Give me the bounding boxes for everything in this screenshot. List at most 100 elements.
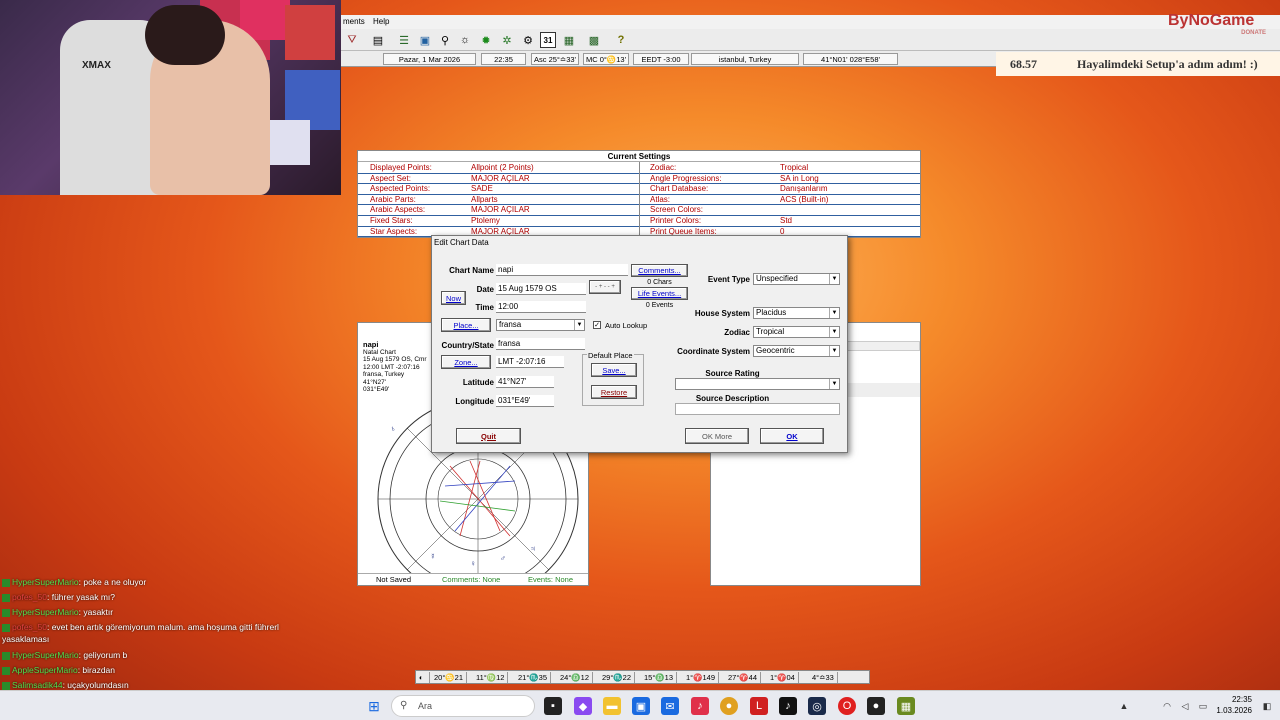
setting-key: Displayed Points: bbox=[370, 163, 432, 172]
ok-button[interactable]: OK bbox=[760, 428, 824, 444]
zodiac-select[interactable]: Tropical ▼ bbox=[753, 326, 840, 338]
event-type-select[interactable]: Unspecified ▼ bbox=[753, 273, 840, 285]
source-rating-label: Source Rating bbox=[705, 369, 760, 378]
latitude-input[interactable]: 41°N27' bbox=[496, 376, 554, 388]
help-icon[interactable]: ? bbox=[613, 32, 629, 48]
menu-item-comments[interactable]: ments bbox=[343, 17, 365, 26]
battery-icon[interactable]: ▭ bbox=[1194, 697, 1212, 715]
app-icon[interactable]: ▦ bbox=[897, 697, 915, 715]
copilot-icon[interactable]: ◆ bbox=[574, 697, 592, 715]
chat-message: pofes_50: evet ben artık göremiyorum mal… bbox=[2, 622, 279, 632]
tiktok-app-icon[interactable]: ♪ bbox=[779, 697, 797, 715]
windows-start-icon[interactable]: ⊞ bbox=[365, 697, 383, 715]
setting-row: Zodiac: Tropical bbox=[640, 163, 920, 174]
place-select[interactable]: fransa ▼ bbox=[496, 319, 585, 331]
country-input[interactable]: fransa bbox=[496, 338, 585, 350]
life-events-button[interactable]: Life Events... bbox=[631, 287, 688, 300]
grid-icon[interactable]: ▩ bbox=[586, 32, 602, 48]
tiktok-icon[interactable]: ♪ bbox=[691, 697, 709, 715]
menu-item-help[interactable]: Help bbox=[373, 17, 389, 26]
source-description-input[interactable] bbox=[675, 403, 840, 415]
store-icon[interactable]: ▣ bbox=[632, 697, 650, 715]
calendar-icon[interactable]: 31 bbox=[540, 32, 556, 48]
zone-input[interactable]: LMT -2:07:16 bbox=[496, 356, 564, 368]
chevron-down-icon: ▼ bbox=[829, 308, 839, 318]
setting-key: Printer Colors: bbox=[650, 216, 702, 225]
chat-text: : führer yasak mı? bbox=[46, 592, 116, 602]
comments-button[interactable]: Comments... bbox=[631, 264, 688, 277]
setting-row: Arabic Parts: Allparts bbox=[358, 195, 639, 206]
setting-row: Displayed Points: Allpoint (2 Points) bbox=[358, 163, 639, 174]
setting-row: Atlas: ACS (Built-in) bbox=[640, 195, 920, 206]
notification-icon[interactable]: ◧ bbox=[1258, 697, 1276, 715]
auto-lookup-checkbox[interactable]: ✓ bbox=[593, 321, 601, 329]
setting-key: Chart Database: bbox=[650, 184, 709, 194]
setting-value: MAJOR AÇILAR bbox=[471, 205, 530, 215]
planet-position: 1°♈149 bbox=[683, 672, 720, 683]
status-coords: 41°N01' 028°E58' bbox=[803, 53, 898, 65]
image-icon[interactable]: ▣ bbox=[417, 32, 433, 48]
planet-status-bar: ◐ 20°♋21 11°♍12 21°♏35 24°♎12 29°♏22 15°♎13 1°… bbox=[415, 670, 870, 684]
place-value: fransa bbox=[499, 320, 522, 329]
volume-icon[interactable]: ◁ bbox=[1176, 697, 1194, 715]
taskbar-search[interactable]: ⚲ Ara bbox=[391, 695, 535, 717]
chart-wheel-icon[interactable]: ⛛ bbox=[344, 32, 360, 48]
date-input[interactable]: 15 Aug 1579 OS bbox=[496, 283, 586, 295]
document-icon[interactable]: ▤ bbox=[370, 32, 386, 48]
house-system-select[interactable]: Placidus ▼ bbox=[753, 307, 840, 319]
source-description-label: Source Description bbox=[695, 394, 770, 403]
l-app-icon[interactable]: L bbox=[750, 697, 768, 715]
place-button[interactable]: Place... bbox=[441, 318, 491, 332]
chart-name-input[interactable]: napi bbox=[496, 264, 628, 276]
outlook-icon[interactable]: ✉ bbox=[661, 697, 679, 715]
green-star-icon[interactable]: ✹ bbox=[478, 32, 494, 48]
brand-logo: ByNoGame DONATE bbox=[1168, 12, 1280, 42]
time-label: Time bbox=[475, 303, 494, 312]
quit-button[interactable]: Quit bbox=[456, 428, 521, 444]
task-view-icon[interactable]: ▪ bbox=[544, 697, 562, 715]
setting-value: Ptolemy bbox=[471, 216, 500, 225]
chevron-down-icon: ▼ bbox=[829, 327, 839, 337]
setting-value: Allpoint (2 Points) bbox=[471, 163, 534, 172]
sun-icon[interactable]: ☼ bbox=[457, 32, 473, 48]
badge-icon bbox=[2, 578, 10, 587]
setting-row: Printer Colors: Std bbox=[640, 216, 920, 227]
extra-tool-icon[interactable]: ⚙ bbox=[520, 32, 536, 48]
setting-key: Star Aspects: bbox=[370, 226, 418, 236]
clock[interactable]: 22:35 1.03.2026 bbox=[1212, 694, 1252, 716]
map-icon[interactable]: ▦ bbox=[561, 32, 577, 48]
tools-icon[interactable]: ✲ bbox=[499, 32, 515, 48]
chrome-icon[interactable]: ● bbox=[720, 697, 738, 715]
people-icon[interactable]: ⚲ bbox=[437, 32, 453, 48]
restore-place-button[interactable]: Restore bbox=[591, 385, 637, 399]
chevron-up-icon[interactable]: ▲ bbox=[1115, 697, 1133, 715]
setting-key: Arabic Aspects: bbox=[370, 205, 426, 215]
setting-key: Fixed Stars: bbox=[370, 216, 413, 225]
setting-key: Aspect Set: bbox=[370, 173, 411, 183]
status-date: Pazar, 1 Mar 2026 bbox=[383, 53, 476, 65]
steam-icon[interactable]: ◎ bbox=[808, 697, 826, 715]
file-explorer-icon[interactable]: ▬ bbox=[603, 697, 621, 715]
list-icon[interactable]: ☰ bbox=[396, 32, 412, 48]
badge-icon bbox=[2, 666, 10, 675]
wifi-icon[interactable]: ◠ bbox=[1158, 697, 1176, 715]
badge-icon bbox=[2, 593, 10, 602]
chat-message: Salimsadik44: uçakyolumdasın bbox=[2, 680, 129, 690]
chat-message: AppleSuperMario: birazdan bbox=[2, 665, 115, 675]
opera-icon[interactable]: O bbox=[838, 697, 856, 715]
source-rating-select[interactable]: ▼ bbox=[675, 378, 840, 390]
save-place-button[interactable]: Save... bbox=[591, 363, 637, 377]
chart-info-time: 12:00 LMT -2:07:16 bbox=[363, 363, 420, 371]
chart-events: Events: None bbox=[528, 575, 574, 584]
obs-icon[interactable]: ● bbox=[867, 697, 885, 715]
coordinate-system-select[interactable]: Geocentric ▼ bbox=[753, 345, 840, 357]
setting-value: Danışanlarım bbox=[780, 184, 828, 194]
date-spinner[interactable]: - + - - + bbox=[589, 280, 621, 294]
zone-button[interactable]: Zone... bbox=[441, 355, 491, 369]
setting-row: Screen Colors: bbox=[640, 205, 920, 216]
ok-more-button[interactable]: OK More bbox=[685, 428, 749, 444]
chart-info-date: 15 Aug 1579 OS, Cmr bbox=[363, 356, 427, 363]
time-input[interactable]: 12:00 bbox=[496, 301, 586, 313]
longitude-input[interactable]: 031°E49' bbox=[496, 395, 554, 407]
setting-row: Fixed Stars: Ptolemy bbox=[358, 216, 639, 227]
